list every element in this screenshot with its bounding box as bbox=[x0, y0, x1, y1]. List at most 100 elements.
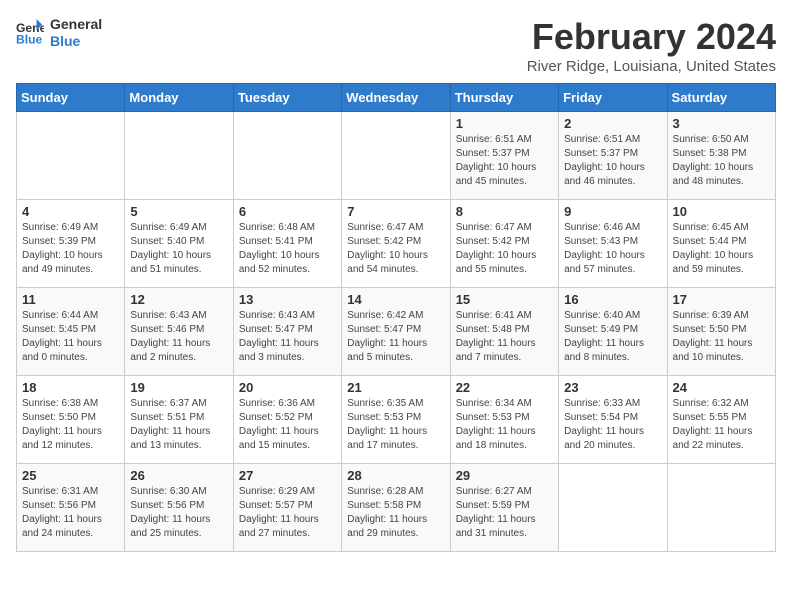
day-info: Sunrise: 6:27 AM Sunset: 5:59 PM Dayligh… bbox=[456, 485, 553, 541]
day-info: Sunrise: 6:49 AM Sunset: 5:39 PM Dayligh… bbox=[22, 221, 119, 277]
day-info: Sunrise: 6:40 AM Sunset: 5:49 PM Dayligh… bbox=[564, 309, 661, 365]
day-info: Sunrise: 6:33 AM Sunset: 5:54 PM Dayligh… bbox=[564, 397, 661, 453]
calendar-cell: 1 Sunrise: 6:51 AM Sunset: 5:37 PM Daylig… bbox=[450, 112, 558, 200]
header-cell-tuesday: Tuesday bbox=[233, 84, 341, 112]
week-row-5: 25 Sunrise: 6:31 AM Sunset: 5:56 PM Dayli… bbox=[17, 464, 776, 552]
day-info: Sunrise: 6:32 AM Sunset: 5:55 PM Dayligh… bbox=[673, 397, 770, 453]
calendar-cell: 26 Sunrise: 6:30 AM Sunset: 5:56 PM Dayli… bbox=[125, 464, 233, 552]
calendar-cell: 10 Sunrise: 6:45 AM Sunset: 5:44 PM Dayli… bbox=[667, 200, 775, 288]
day-info: Sunrise: 6:47 AM Sunset: 5:42 PM Dayligh… bbox=[347, 221, 444, 277]
day-info: Sunrise: 6:46 AM Sunset: 5:43 PM Dayligh… bbox=[564, 221, 661, 277]
day-info: Sunrise: 6:41 AM Sunset: 5:48 PM Dayligh… bbox=[456, 309, 553, 365]
day-number: 15 bbox=[456, 292, 553, 307]
day-number: 24 bbox=[673, 380, 770, 395]
header-cell-thursday: Thursday bbox=[450, 84, 558, 112]
week-row-3: 11 Sunrise: 6:44 AM Sunset: 5:45 PM Dayli… bbox=[17, 288, 776, 376]
calendar-cell: 12Sunrise: 6:43 AM Sunset: 5:46 PM Dayli… bbox=[125, 288, 233, 376]
day-info: Sunrise: 6:50 AM Sunset: 5:38 PM Dayligh… bbox=[673, 133, 770, 189]
header-cell-sunday: Sunday bbox=[17, 84, 125, 112]
day-number: 11 bbox=[22, 292, 119, 307]
day-number: 17 bbox=[673, 292, 770, 307]
calendar-cell bbox=[667, 464, 775, 552]
calendar-cell: 3 Sunrise: 6:50 AM Sunset: 5:38 PM Daylig… bbox=[667, 112, 775, 200]
calendar-cell bbox=[559, 464, 667, 552]
calendar-cell: 14 Sunrise: 6:42 AM Sunset: 5:47 PM Dayli… bbox=[342, 288, 450, 376]
day-number: 26 bbox=[130, 468, 227, 483]
calendar-cell: 27 Sunrise: 6:29 AM Sunset: 5:57 PM Dayli… bbox=[233, 464, 341, 552]
day-number: 21 bbox=[347, 380, 444, 395]
day-info: Sunrise: 6:44 AM Sunset: 5:45 PM Dayligh… bbox=[22, 309, 119, 365]
calendar-cell: 16 Sunrise: 6:40 AM Sunset: 5:49 PM Dayli… bbox=[559, 288, 667, 376]
day-number: 13 bbox=[239, 292, 336, 307]
day-info: Sunrise: 6:31 AM Sunset: 5:56 PM Dayligh… bbox=[22, 485, 119, 541]
calendar-cell bbox=[233, 112, 341, 200]
calendar-cell bbox=[17, 112, 125, 200]
day-info: Sunrise: 6:48 AM Sunset: 5:41 PM Dayligh… bbox=[239, 221, 336, 277]
page-title: February 2024 bbox=[527, 16, 776, 58]
calendar-cell: 15 Sunrise: 6:41 AM Sunset: 5:48 PM Dayli… bbox=[450, 288, 558, 376]
calendar-cell: 23 Sunrise: 6:33 AM Sunset: 5:54 PM Dayli… bbox=[559, 376, 667, 464]
day-info: Sunrise: 6:49 AM Sunset: 5:40 PM Dayligh… bbox=[130, 221, 227, 277]
day-number: 14 bbox=[347, 292, 444, 307]
day-number: 25 bbox=[22, 468, 119, 483]
day-info: Sunrise: 6:34 AM Sunset: 5:53 PM Dayligh… bbox=[456, 397, 553, 453]
calendar-cell: 6 Sunrise: 6:48 AM Sunset: 5:41 PM Daylig… bbox=[233, 200, 341, 288]
day-number: 6 bbox=[239, 204, 336, 219]
calendar-cell: 29 Sunrise: 6:27 AM Sunset: 5:59 PM Dayli… bbox=[450, 464, 558, 552]
day-number: 16 bbox=[564, 292, 661, 307]
logo-general: General bbox=[50, 16, 102, 33]
calendar-cell: 17 Sunrise: 6:39 AM Sunset: 5:50 PM Dayli… bbox=[667, 288, 775, 376]
day-info: Sunrise: 6:51 AM Sunset: 5:37 PM Dayligh… bbox=[564, 133, 661, 189]
day-info: Sunrise: 6:29 AM Sunset: 5:57 PM Dayligh… bbox=[239, 485, 336, 541]
title-area: February 2024 River Ridge, Louisiana, Un… bbox=[527, 16, 776, 75]
day-number: 23 bbox=[564, 380, 661, 395]
page-subtitle: River Ridge, Louisiana, United States bbox=[527, 58, 776, 75]
calendar-cell: 5 Sunrise: 6:49 AM Sunset: 5:40 PM Daylig… bbox=[125, 200, 233, 288]
calendar-cell: 28Sunrise: 6:28 AM Sunset: 5:58 PM Dayli… bbox=[342, 464, 450, 552]
day-number: 2 bbox=[564, 116, 661, 131]
day-info: Sunrise: 6:43 AM Sunset: 5:47 PM Dayligh… bbox=[239, 309, 336, 365]
calendar-cell: 4Sunrise: 6:49 AM Sunset: 5:39 PM Daylig… bbox=[17, 200, 125, 288]
day-number: 5 bbox=[130, 204, 227, 219]
calendar-table: SundayMondayTuesdayWednesdayThursdayFrid… bbox=[16, 83, 776, 552]
calendar-cell: 25 Sunrise: 6:31 AM Sunset: 5:56 PM Dayli… bbox=[17, 464, 125, 552]
day-number: 3 bbox=[673, 116, 770, 131]
day-info: Sunrise: 6:37 AM Sunset: 5:51 PM Dayligh… bbox=[130, 397, 227, 453]
day-number: 9 bbox=[564, 204, 661, 219]
day-info: Sunrise: 6:38 AM Sunset: 5:50 PM Dayligh… bbox=[22, 397, 119, 453]
day-info: Sunrise: 6:51 AM Sunset: 5:37 PM Dayligh… bbox=[456, 133, 553, 189]
day-info: Sunrise: 6:39 AM Sunset: 5:50 PM Dayligh… bbox=[673, 309, 770, 365]
week-row-1: 1 Sunrise: 6:51 AM Sunset: 5:37 PM Daylig… bbox=[17, 112, 776, 200]
day-number: 1 bbox=[456, 116, 553, 131]
day-number: 10 bbox=[673, 204, 770, 219]
calendar-cell: 13 Sunrise: 6:43 AM Sunset: 5:47 PM Dayli… bbox=[233, 288, 341, 376]
day-info: Sunrise: 6:43 AM Sunset: 5:46 PM Dayligh… bbox=[130, 309, 227, 365]
header-cell-wednesday: Wednesday bbox=[342, 84, 450, 112]
calendar-cell: 22Sunrise: 6:34 AM Sunset: 5:53 PM Dayli… bbox=[450, 376, 558, 464]
logo-blue: Blue bbox=[50, 33, 102, 50]
header-cell-friday: Friday bbox=[559, 84, 667, 112]
day-info: Sunrise: 6:30 AM Sunset: 5:56 PM Dayligh… bbox=[130, 485, 227, 541]
calendar-cell: 11 Sunrise: 6:44 AM Sunset: 5:45 PM Dayli… bbox=[17, 288, 125, 376]
day-number: 18 bbox=[22, 380, 119, 395]
header-cell-monday: Monday bbox=[125, 84, 233, 112]
day-info: Sunrise: 6:28 AM Sunset: 5:58 PM Dayligh… bbox=[347, 485, 444, 541]
calendar-cell: 21 Sunrise: 6:35 AM Sunset: 5:53 PM Dayli… bbox=[342, 376, 450, 464]
calendar-cell: 24 Sunrise: 6:32 AM Sunset: 5:55 PM Dayli… bbox=[667, 376, 775, 464]
calendar-cell: 19Sunrise: 6:37 AM Sunset: 5:51 PM Dayli… bbox=[125, 376, 233, 464]
calendar-cell: 18 Sunrise: 6:38 AM Sunset: 5:50 PM Dayli… bbox=[17, 376, 125, 464]
day-info: Sunrise: 6:45 AM Sunset: 5:44 PM Dayligh… bbox=[673, 221, 770, 277]
logo: General Blue General Blue bbox=[16, 16, 102, 50]
day-number: 20 bbox=[239, 380, 336, 395]
calendar-cell: 8Sunrise: 6:47 AM Sunset: 5:42 PM Daylig… bbox=[450, 200, 558, 288]
day-number: 27 bbox=[239, 468, 336, 483]
day-number: 29 bbox=[456, 468, 553, 483]
calendar-cell: 9 Sunrise: 6:46 AM Sunset: 5:43 PM Daylig… bbox=[559, 200, 667, 288]
calendar-cell bbox=[342, 112, 450, 200]
day-number: 7 bbox=[347, 204, 444, 219]
day-info: Sunrise: 6:35 AM Sunset: 5:53 PM Dayligh… bbox=[347, 397, 444, 453]
day-info: Sunrise: 6:42 AM Sunset: 5:47 PM Dayligh… bbox=[347, 309, 444, 365]
svg-text:Blue: Blue bbox=[16, 32, 43, 46]
calendar-cell bbox=[125, 112, 233, 200]
day-info: Sunrise: 6:36 AM Sunset: 5:52 PM Dayligh… bbox=[239, 397, 336, 453]
